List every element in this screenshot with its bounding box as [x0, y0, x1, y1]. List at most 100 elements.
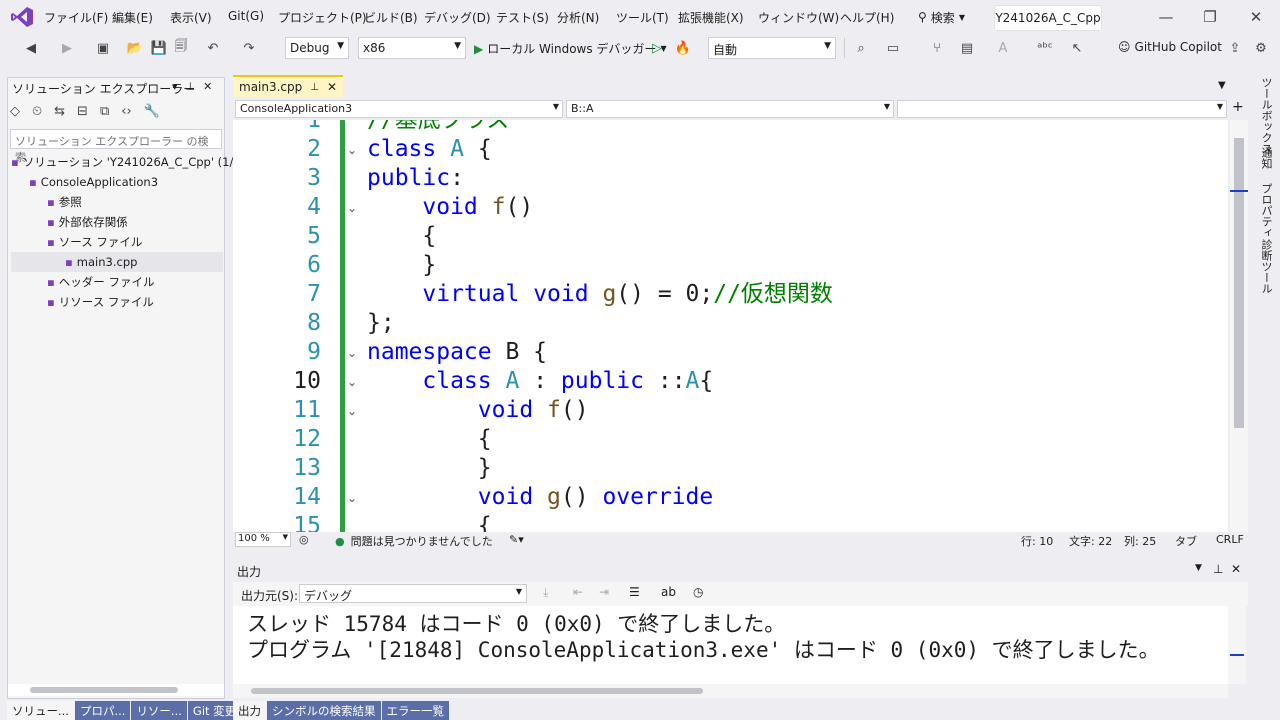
settings-icon[interactable]: ⚙ — [1252, 39, 1270, 57]
close-icon[interactable]: ✕ — [203, 80, 212, 93]
find-message-icon[interactable]: ⤓ — [543, 585, 548, 600]
forward-icon[interactable]: ▶ — [58, 39, 76, 57]
intellicode-icon[interactable]: ◎ — [299, 533, 309, 546]
menu-item[interactable]: 編集(E) — [112, 9, 153, 26]
chevron-down-icon[interactable]: ▼ — [1195, 563, 1202, 573]
tree-item[interactable]: ▪ ソリューション 'Y241026A_C_Cpp' (1/1 の — [11, 152, 256, 172]
menu-item[interactable]: ウィンドウ(W) — [758, 9, 839, 26]
output-source-select[interactable]: デバッグ ▼ — [299, 584, 527, 603]
minimize-button[interactable]: — — [1156, 8, 1176, 26]
bottom-tab[interactable]: リソー... — [131, 701, 187, 720]
code-line[interactable]: public: — [367, 164, 464, 193]
copilot-button[interactable]: ☺ GitHub Copilot — [1118, 40, 1222, 54]
chevron-down-icon[interactable]: ▼ — [1218, 80, 1226, 91]
code-line[interactable]: virtual void g() = 0;//仮想関数 — [367, 280, 833, 309]
menu-item[interactable]: Git(G) — [228, 9, 264, 23]
copy-icon[interactable]: ⧉ — [100, 104, 109, 119]
zoom-select[interactable]: 100 % ▼ — [235, 532, 291, 547]
bottom-tab[interactable]: 出力 — [233, 701, 266, 720]
code-line[interactable]: class A : public ::A{ — [367, 367, 713, 396]
side-tool-tab[interactable]: プロパティ — [1258, 183, 1274, 238]
menu-item[interactable]: ヘルプ(H) — [840, 9, 894, 26]
output-vertical-scrollbar[interactable] — [1228, 606, 1246, 684]
menu-item[interactable]: 拡張機能(X) — [678, 9, 744, 26]
pin-icon[interactable]: ⊥ — [310, 82, 319, 93]
pin-icon[interactable]: ⊥ — [186, 80, 196, 93]
tree-item[interactable]: ▪ ソース ファイル — [11, 232, 223, 252]
pointer-icon[interactable]: ↖ — [1068, 39, 1086, 57]
menu-item[interactable]: プロジェクト(P) — [278, 9, 367, 26]
format-icon[interactable]: A — [994, 39, 1012, 57]
fold-icon[interactable]: ⌄ — [347, 346, 357, 360]
tab-mode[interactable]: タブ — [1175, 533, 1197, 549]
col-position[interactable]: 列: 25 — [1124, 533, 1156, 549]
new-project-icon[interactable]: ▣ — [94, 39, 112, 57]
layout-icon[interactable]: ▭ — [884, 39, 902, 57]
menu-item[interactable]: テスト(S) — [496, 9, 549, 26]
clear-all-icon[interactable]: ☰ — [629, 585, 640, 599]
tree-item[interactable]: ▪ リソース ファイル — [11, 292, 223, 312]
git-icon[interactable]: ⑂ — [928, 39, 946, 57]
next-message-icon[interactable]: ⇥ — [599, 585, 609, 599]
fold-icon[interactable]: ⌄ — [347, 143, 357, 157]
tree-item[interactable]: ▪ ヘッダー ファイル — [11, 272, 223, 292]
tree-item[interactable]: ▪ 参照 — [11, 192, 223, 212]
pin-icon[interactable]: ⊥ — [1213, 562, 1223, 576]
fold-icon[interactable]: ⌄ — [347, 201, 357, 215]
menu-item[interactable]: ファイル(F) — [44, 9, 108, 26]
fold-icon[interactable]: ⌄ — [347, 404, 357, 418]
code-line[interactable]: } — [367, 454, 492, 483]
menu-item[interactable]: 表示(V) — [170, 9, 212, 26]
issues-status[interactable]: ● 問題は見つかりませんでした — [335, 533, 493, 549]
project-nav-select[interactable]: ConsoleApplication3 ▼ — [235, 100, 563, 118]
redo-icon[interactable]: ↷ — [240, 39, 258, 57]
clock-icon[interactable]: ◷ — [693, 585, 703, 599]
output-body[interactable]: スレッド 15784 はコード 0 (0x0) で終了しました。 プログラム '[… — [233, 606, 1228, 684]
share-icon[interactable]: ⇪ — [1226, 39, 1244, 57]
brush-icon[interactable]: ✎▾ — [509, 533, 524, 546]
fold-icon[interactable]: ⌄ — [347, 491, 357, 505]
back-icon[interactable]: ◀ — [22, 39, 40, 57]
start-debug-button[interactable]: ▶ ローカル Windows デバッガー ▼ — [474, 40, 667, 57]
code-line[interactable]: { — [367, 222, 436, 251]
comment-icon[interactable]: ▤ — [958, 39, 976, 57]
hot-reload-icon[interactable]: 🔥 — [674, 39, 692, 57]
code-icon[interactable]: ‹› — [121, 104, 131, 119]
configuration-select[interactable]: Debug ▼ — [285, 37, 349, 59]
vs-icon[interactable]: ◇ — [10, 104, 20, 119]
bottom-tab[interactable]: エラー一覧 — [381, 701, 449, 720]
member-nav-select[interactable]: ▼ — [897, 100, 1227, 118]
history-icon[interactable]: ⏲ — [32, 104, 42, 119]
add-icon[interactable]: + — [1232, 99, 1244, 115]
code-line[interactable]: class A { — [367, 135, 492, 164]
collapse-icon[interactable]: ⊟ — [77, 104, 88, 119]
menu-item[interactable]: ツール(T) — [616, 9, 669, 26]
code-line[interactable]: void f() — [367, 193, 533, 222]
undo-icon[interactable]: ↶ — [204, 39, 222, 57]
solution-search-input[interactable]: ソリューション エクスプローラー の検索 — [10, 129, 222, 164]
tab-main3-cpp[interactable]: main3.cpp ⊥ ✕ — [233, 75, 344, 97]
find-in-files-icon[interactable]: ⌕ — [852, 39, 870, 57]
close-icon[interactable]: ✕ — [327, 80, 337, 94]
platform-select[interactable]: x86 ▼ — [358, 37, 466, 59]
restore-button[interactable]: ❐ — [1200, 8, 1220, 26]
start-without-debug-icon[interactable]: ▷ — [648, 39, 666, 57]
tree-item[interactable]: ▪ main3.cpp — [11, 252, 223, 272]
sync-icon[interactable]: ⇆ — [54, 104, 65, 119]
fold-icon[interactable]: ⌄ — [347, 375, 357, 389]
side-tool-tab[interactable]: ツールボックス — [1258, 77, 1274, 154]
eol-mode[interactable]: CRLF — [1216, 533, 1244, 546]
code-line[interactable]: } — [367, 251, 436, 280]
code-line[interactable]: }; — [367, 309, 395, 338]
scope-nav-select[interactable]: B::A ▼ — [566, 100, 894, 118]
menu-item[interactable]: ビルド(B) — [364, 9, 418, 26]
save-all-icon[interactable]: 🗐 — [172, 39, 190, 57]
code-line[interactable]: { — [367, 425, 492, 454]
visual-studio-logo-icon[interactable] — [10, 6, 34, 28]
output-horizontal-scrollbar[interactable] — [233, 684, 1228, 698]
auto-select[interactable]: 自動 ▼ — [708, 37, 836, 59]
bottom-tab[interactable]: ソリュー... — [7, 701, 74, 720]
menu-item[interactable]: デバッグ(D) — [424, 9, 491, 26]
code-line[interactable]: namespace B { — [367, 338, 547, 367]
code-line[interactable]: void g() override — [367, 483, 713, 512]
